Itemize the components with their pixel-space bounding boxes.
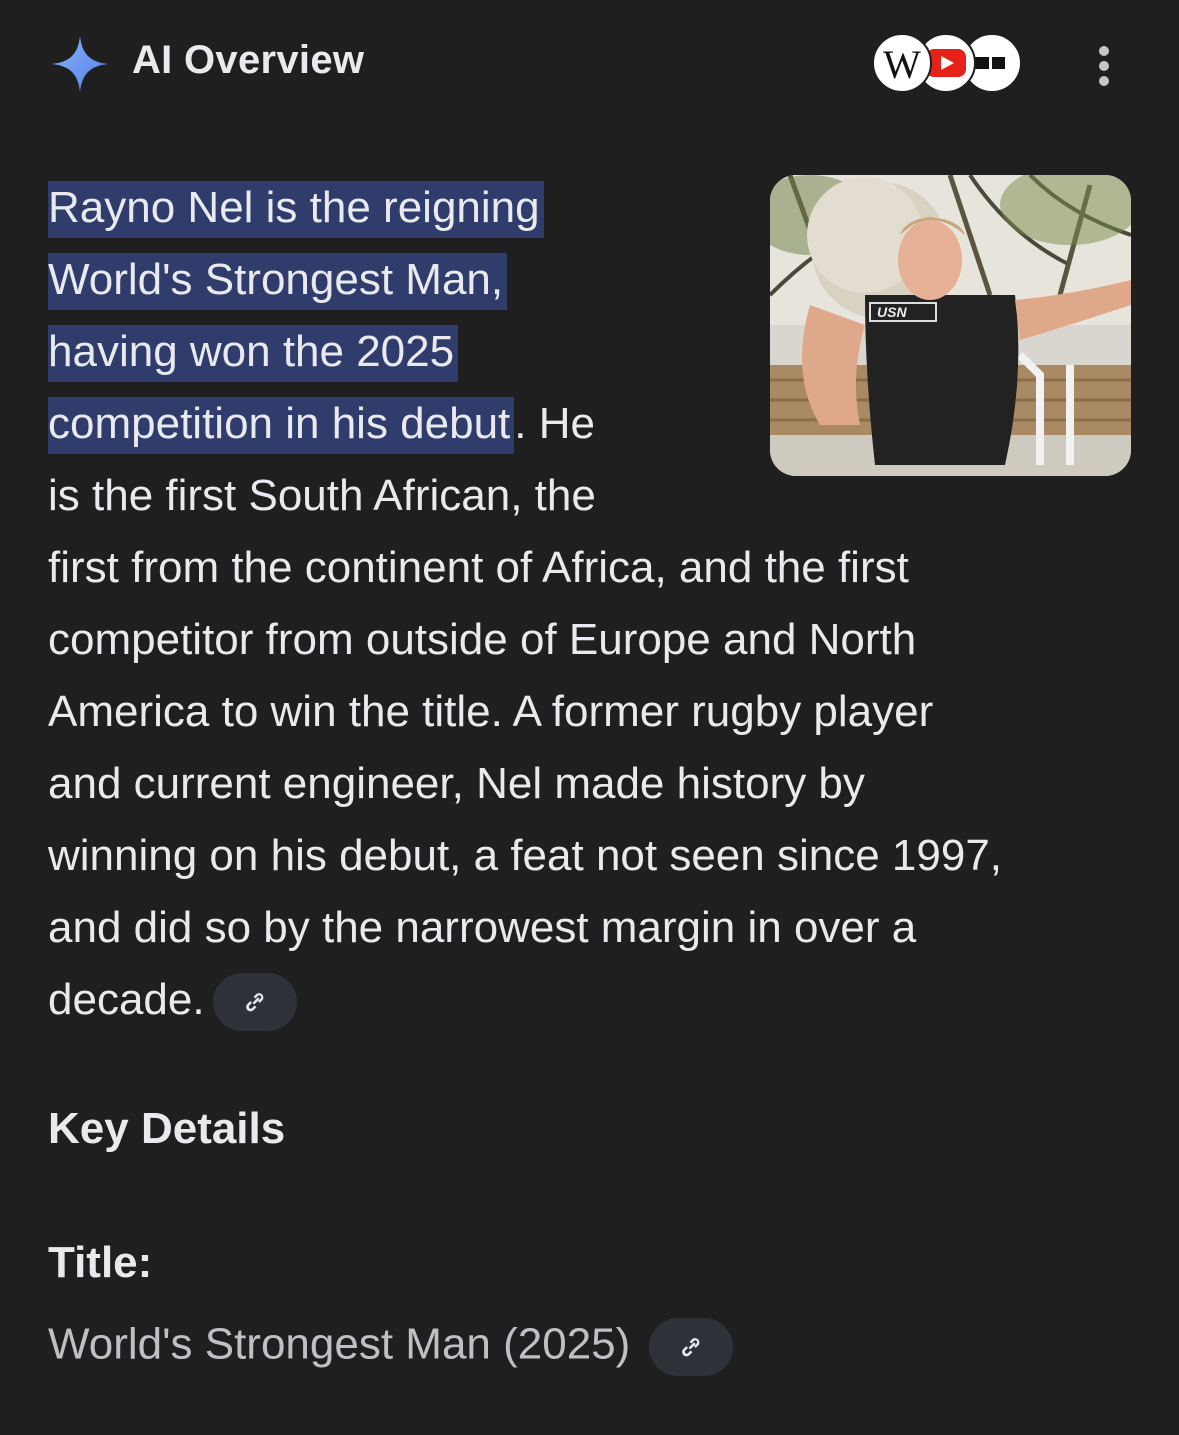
highlighted-text: World's Strongest Man, xyxy=(48,253,508,310)
highlighted-text: competition in his debut xyxy=(48,397,515,454)
key-details-heading: Key Details xyxy=(48,1104,286,1153)
summary-line: and current engineer, Nel made history b… xyxy=(48,759,865,808)
wikipedia-icon[interactable]: W xyxy=(872,33,932,93)
citation-link-button[interactable] xyxy=(648,1318,733,1376)
summary-line: and did so by the narrowest margin in ov… xyxy=(48,903,917,952)
summary-line: competitor from outside of Europe and No… xyxy=(48,615,917,664)
title-label: Title: xyxy=(48,1238,153,1287)
more-options-icon[interactable] xyxy=(1090,46,1118,90)
citation-link-button[interactable] xyxy=(212,973,297,1032)
summary-paragraph: Rayno Nel is the reigning World's Strong… xyxy=(48,172,1108,1036)
ai-overview-title: AI Overview xyxy=(132,38,365,82)
summary-line: America to win the title. A former rugby… xyxy=(48,687,934,736)
summary-line: decade. xyxy=(48,975,205,1024)
summary-line: first from the continent of Africa, and … xyxy=(48,543,909,592)
title-value: World's Strongest Man (2025) xyxy=(48,1319,631,1369)
summary-line: winning on his debut, a feat not seen si… xyxy=(48,831,1003,880)
summary-text: . He xyxy=(514,399,595,448)
highlighted-text: having won the 2025 xyxy=(48,325,459,382)
ai-overview-header: AI Overview W xyxy=(0,0,1179,130)
highlighted-text: Rayno Nel is the reigning xyxy=(48,181,544,238)
link-icon xyxy=(245,993,263,1012)
title-value-row: World's Strongest Man (2025) xyxy=(48,1318,733,1376)
sources-stack[interactable]: W xyxy=(872,33,1024,97)
summary-line: is the first South African, the xyxy=(48,471,596,520)
link-icon xyxy=(681,1338,699,1357)
sparkle-icon xyxy=(52,36,108,92)
